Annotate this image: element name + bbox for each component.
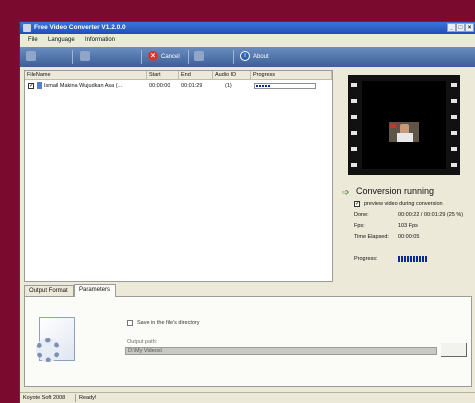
cancel-label: Cancel (161, 54, 180, 60)
document-settings-icon (36, 317, 75, 362)
row-progress-bar (254, 83, 316, 89)
info-icon: i (240, 51, 250, 62)
column-header-filename[interactable]: FileName (25, 71, 147, 80)
film-sprocket (351, 147, 357, 151)
menu-information[interactable]: Information (85, 37, 115, 43)
window-title: Free Video Converter V1.2.0.0 (34, 24, 126, 31)
arrow-right-icon: ➩ (342, 187, 350, 197)
column-header-end[interactable]: End (179, 71, 213, 80)
settings-icon (194, 51, 204, 62)
film-strip (348, 75, 460, 175)
output-path-input[interactable] (125, 347, 437, 355)
close-button[interactable]: × (465, 23, 474, 32)
menu-bar: File Language Information (20, 34, 475, 47)
column-header-start[interactable]: Start (147, 71, 179, 80)
save-in-directory-label[interactable]: Save in the file's directory (137, 320, 200, 326)
elapsed-value: 00:00:05 (398, 234, 420, 240)
film-sprocket (451, 131, 457, 135)
tab-output-format[interactable]: Output Format (24, 285, 74, 296)
column-header-audio-id[interactable]: Audio ID (213, 71, 251, 80)
video-file-icon (37, 82, 42, 89)
film-sprocket (351, 115, 357, 119)
browse-button[interactable] (441, 343, 467, 357)
preview-panel: ➩ Conversion running ✓ preview video dur… (336, 70, 472, 282)
toolbar-separator (72, 50, 73, 64)
done-value: 00:00:22 / 00:01:29 (25 %) (398, 212, 464, 218)
toolbar-separator (188, 50, 189, 64)
toolbar-separator (141, 50, 142, 64)
minimize-button[interactable]: _ (447, 23, 456, 32)
output-path-label: Output path: (127, 339, 158, 345)
row-progress-fill (256, 85, 271, 87)
status-bar: Koyote Soft 2008 Ready! (20, 392, 475, 403)
about-button[interactable]: i About (240, 51, 269, 63)
add-icon (26, 51, 36, 62)
film-sprocket (451, 147, 457, 151)
table-row[interactable]: ✓ Ismail Makina Wujudkan Asa (... 00:00:… (25, 82, 332, 90)
menu-language[interactable]: Language (48, 37, 75, 43)
film-sprocket (351, 131, 357, 135)
cancel-icon: × (148, 51, 158, 62)
preview-checkbox-label[interactable]: preview video during conversion (364, 201, 443, 207)
channel-logo (390, 124, 396, 128)
add-files-button[interactable] (26, 51, 39, 63)
column-header-progress[interactable]: Progress (251, 71, 332, 80)
save-in-directory-checkbox[interactable] (127, 320, 133, 326)
preview-checkbox[interactable]: ✓ (354, 201, 360, 207)
row-start: 00:00:00 (149, 83, 171, 89)
row-filename: Ismail Makina Wujudkan Asa (... (44, 83, 123, 89)
file-list[interactable]: FileName Start End Audio ID Progress ✓ I… (24, 70, 333, 282)
toolbar: × Cancel i About (20, 47, 475, 67)
title-bar: Free Video Converter V1.2.0.0 _ □ × (20, 22, 475, 34)
video-frame-image (389, 122, 419, 142)
fps-label: Fps: (354, 223, 365, 229)
video-preview (362, 81, 446, 169)
maximize-button[interactable]: □ (456, 23, 465, 32)
presenter-shirt (397, 133, 413, 142)
film-sprocket (451, 99, 457, 103)
row-end: 00:01:29 (181, 83, 203, 89)
convert-icon (80, 51, 90, 62)
film-sprocket (351, 163, 357, 167)
app-icon (23, 24, 31, 32)
conversion-status: Conversion running (356, 186, 435, 196)
convert-button[interactable] (80, 51, 93, 63)
fps-value: 103 Fps (398, 223, 418, 229)
elapsed-label: Time Elapsed: (354, 234, 389, 240)
row-checkbox[interactable]: ✓ (28, 83, 34, 89)
film-sprocket (351, 99, 357, 103)
film-sprocket (451, 83, 457, 87)
film-sprocket (451, 115, 457, 119)
parameters-panel: Save in the file's directory Output path… (24, 297, 472, 387)
film-sprocket (451, 163, 457, 167)
about-label: About (253, 54, 269, 60)
toolbar-separator (233, 50, 234, 64)
settings-button[interactable] (194, 51, 207, 63)
tab-bar: Output Format Parameters (24, 284, 472, 297)
gear-icon (36, 338, 60, 362)
row-audio-id: (1) (225, 83, 232, 89)
cancel-button[interactable]: × Cancel (148, 51, 180, 63)
tab-parameters[interactable]: Parameters (74, 284, 116, 297)
done-label: Done: (354, 212, 369, 218)
status-divider (75, 394, 76, 402)
menu-file[interactable]: File (28, 37, 38, 43)
film-sprocket (351, 83, 357, 87)
overall-progress-bar (398, 256, 428, 262)
app-window: Free Video Converter V1.2.0.0 _ □ × File… (20, 22, 475, 403)
progress-label: Progress: (354, 256, 378, 262)
